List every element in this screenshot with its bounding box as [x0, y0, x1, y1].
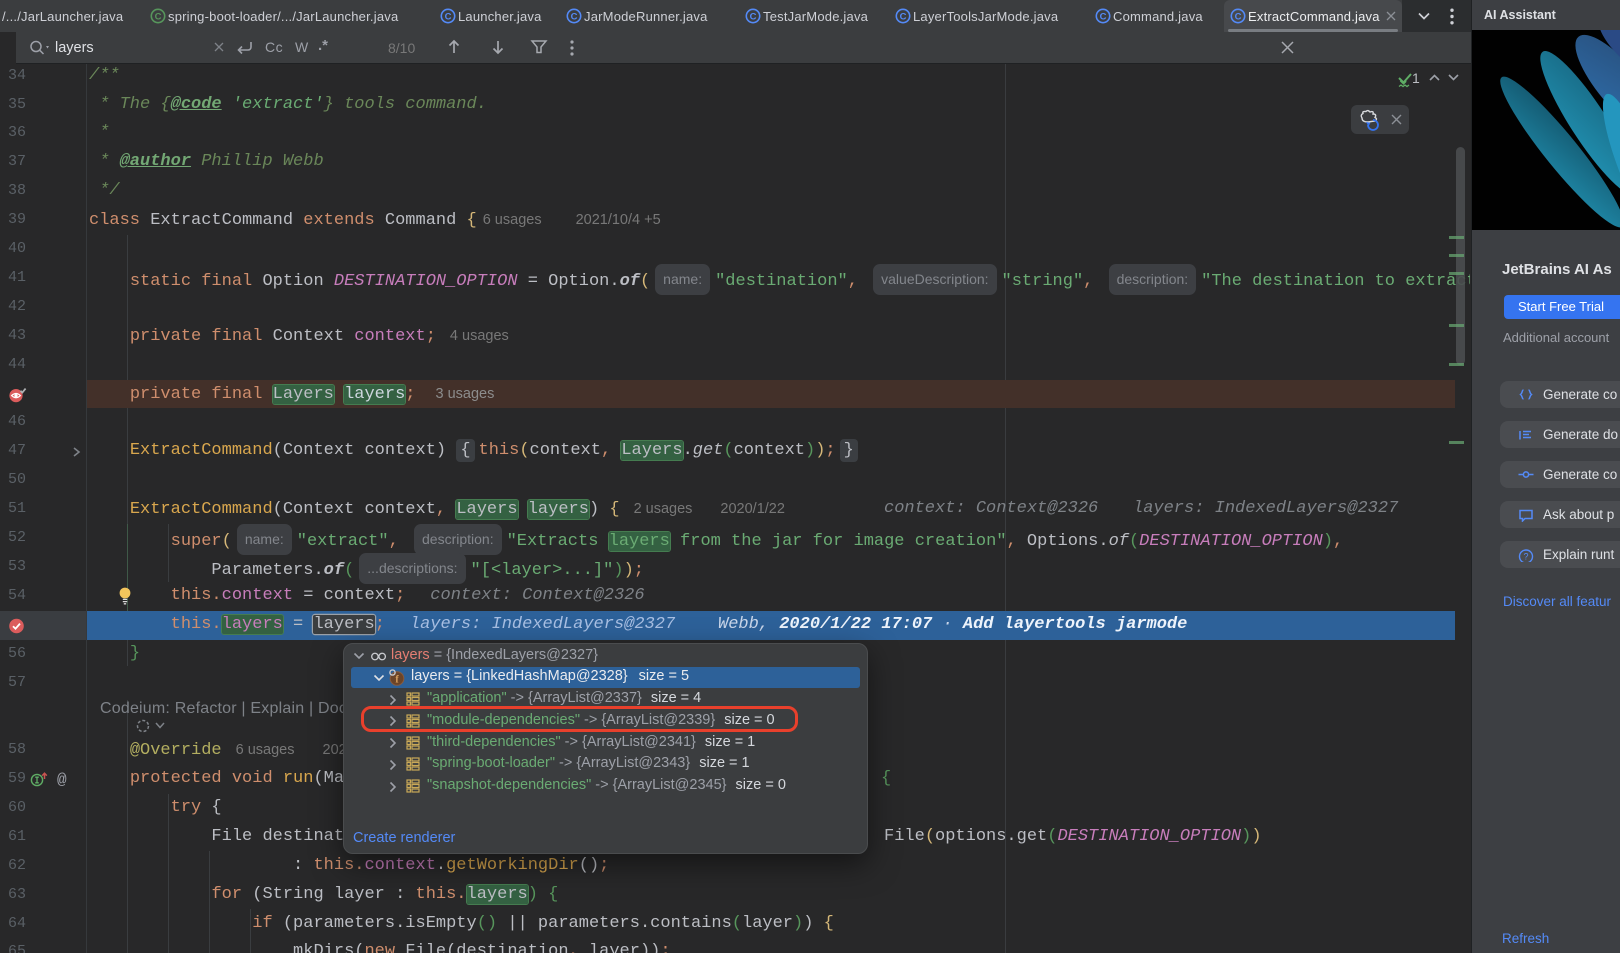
svg-text:C: C: [571, 11, 578, 22]
svg-text:?: ?: [1523, 552, 1528, 562]
svg-text:C: C: [750, 11, 757, 22]
svg-text:C: C: [1235, 11, 1242, 22]
svg-text:C: C: [1100, 11, 1107, 22]
svg-text:C: C: [445, 11, 452, 22]
svg-text:C: C: [900, 11, 907, 22]
svg-text:C: C: [155, 11, 162, 22]
